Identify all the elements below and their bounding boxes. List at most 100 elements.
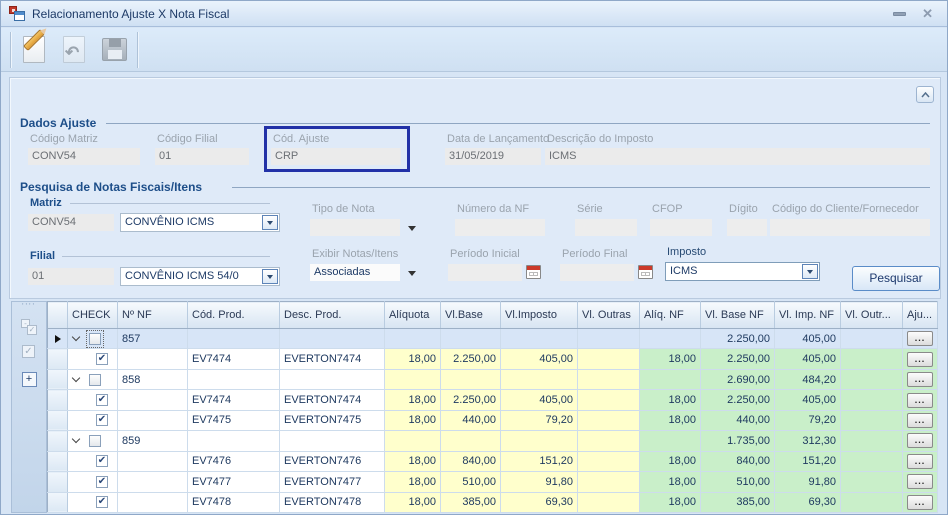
- grid-row-item-EV7477[interactable]: EV7477EVERTON747718,00510,0091,8018,0051…: [48, 472, 938, 492]
- column-header-1[interactable]: Nº NF: [118, 302, 188, 329]
- cell-cod-prod[interactable]: EV7478: [188, 492, 280, 513]
- grid-row-item-EV7478[interactable]: EV7478EVERTON747818,00385,0069,3018,0038…: [48, 492, 938, 513]
- cell-aliquota[interactable]: 18,00: [385, 472, 441, 492]
- matriz-combo[interactable]: CONVÊNIO ICMS: [120, 213, 280, 232]
- periodo-inicial-calendar-icon[interactable]: [526, 265, 541, 279]
- cell-vl-imp-nf[interactable]: 69,30: [775, 492, 841, 513]
- cell-vl-imp-nf[interactable]: 405,00: [775, 329, 841, 349]
- row-checkbox[interactable]: [96, 476, 108, 488]
- filial-code-field[interactable]: 01: [28, 268, 114, 285]
- cell-vl-outr[interactable]: [841, 329, 903, 349]
- cell-vl-outr[interactable]: [841, 349, 903, 369]
- uncheck-all-button[interactable]: - ✓: [21, 319, 37, 335]
- periodo-inicial-field[interactable]: [448, 264, 522, 281]
- undo-button[interactable]: ↶: [54, 31, 94, 69]
- column-header-4[interactable]: Alíquota: [385, 302, 441, 329]
- cell-vl-base[interactable]: 2.250,00: [441, 390, 501, 410]
- cell-vl-outras[interactable]: [578, 410, 640, 430]
- imposto-combo-dropdown-button[interactable]: [802, 264, 818, 279]
- cell-vl-imposto[interactable]: 91,80: [501, 472, 578, 492]
- cell-desc-prod[interactable]: EVERTON7474: [280, 349, 385, 369]
- cell-vl-imp-nf[interactable]: 312,30: [775, 431, 841, 451]
- cell-vl-base-nf[interactable]: 440,00: [701, 410, 775, 430]
- collapse-panel-button[interactable]: [916, 86, 934, 103]
- filial-combo[interactable]: CONVÊNIO ICMS 54/0: [120, 267, 280, 286]
- cell-vl-base[interactable]: 2.250,00: [441, 349, 501, 369]
- cell-nf[interactable]: 858: [118, 369, 188, 389]
- cell-vl-imposto[interactable]: 405,00: [501, 390, 578, 410]
- cell-desc-prod[interactable]: [280, 431, 385, 451]
- row-checkbox[interactable]: [89, 333, 101, 345]
- ajuste-ellipsis-button[interactable]: ...: [907, 331, 933, 346]
- cell-aliquota[interactable]: 18,00: [385, 492, 441, 513]
- column-header-7[interactable]: Vl. Outras: [578, 302, 640, 329]
- cell-vl-base[interactable]: [441, 369, 501, 389]
- grid-row-nf-858[interactable]: 8582.690,00484,20...: [48, 369, 938, 389]
- edit-button[interactable]: [14, 31, 54, 69]
- expand-chevron-icon[interactable]: [72, 435, 80, 443]
- cell-vl-outras[interactable]: [578, 390, 640, 410]
- cell-vl-outr[interactable]: [841, 390, 903, 410]
- cell-vl-outr[interactable]: [841, 492, 903, 513]
- row-header-cell[interactable]: [48, 451, 68, 471]
- cell-cod-prod[interactable]: EV7475: [188, 410, 280, 430]
- ajuste-ellipsis-button[interactable]: ...: [907, 433, 933, 448]
- serie-field[interactable]: [575, 219, 637, 236]
- periodo-final-field[interactable]: [560, 264, 634, 281]
- column-header-0[interactable]: CHECK: [68, 302, 118, 329]
- exibir-notas-dropdown-arrow-icon[interactable]: [408, 271, 416, 276]
- cell-vl-outras[interactable]: [578, 431, 640, 451]
- cod-ajuste-field[interactable]: CRP: [271, 148, 401, 165]
- cell-vl-imposto[interactable]: 69,30: [501, 492, 578, 513]
- numero-nf-field[interactable]: [455, 219, 545, 236]
- minimize-button[interactable]: [893, 12, 906, 16]
- row-header-cell[interactable]: [48, 329, 68, 349]
- cell-desc-prod[interactable]: EVERTON7477: [280, 472, 385, 492]
- data-lancamento-field[interactable]: 31/05/2019: [445, 148, 541, 165]
- row-header-cell[interactable]: [48, 492, 68, 513]
- cell-nf[interactable]: [118, 472, 188, 492]
- digito-field[interactable]: [727, 219, 767, 236]
- column-header-12[interactable]: Aju...: [903, 302, 938, 329]
- cell-vl-imp-nf[interactable]: 405,00: [775, 390, 841, 410]
- cell-vl-imposto[interactable]: 405,00: [501, 349, 578, 369]
- cell-vl-outr[interactable]: [841, 472, 903, 492]
- cell-nf[interactable]: [118, 390, 188, 410]
- cell-vl-outr[interactable]: [841, 431, 903, 451]
- row-header-cell[interactable]: [48, 349, 68, 369]
- cell-aliquota[interactable]: [385, 369, 441, 389]
- row-header-cell[interactable]: [48, 410, 68, 430]
- cell-vl-base[interactable]: [441, 431, 501, 451]
- cell-nf[interactable]: [118, 492, 188, 513]
- column-header-9[interactable]: Vl. Base NF: [701, 302, 775, 329]
- check-all-button[interactable]: ✓: [21, 344, 37, 360]
- cell-vl-imposto[interactable]: 79,20: [501, 410, 578, 430]
- cell-vl-outras[interactable]: [578, 492, 640, 513]
- ajuste-ellipsis-button[interactable]: ...: [907, 372, 933, 387]
- cell-desc-prod[interactable]: EVERTON7476: [280, 451, 385, 471]
- row-checkbox[interactable]: [96, 353, 108, 365]
- row-header-cell[interactable]: [48, 431, 68, 451]
- cell-vl-imp-nf[interactable]: 151,20: [775, 451, 841, 471]
- row-checkbox[interactable]: [89, 374, 101, 386]
- cell-desc-prod[interactable]: EVERTON7474: [280, 390, 385, 410]
- cell-vl-imposto[interactable]: 151,20: [501, 451, 578, 471]
- cell-vl-outras[interactable]: [578, 451, 640, 471]
- tipo-de-nota-combo[interactable]: [310, 219, 400, 236]
- cell-cod-prod[interactable]: EV7477: [188, 472, 280, 492]
- cell-aliquota[interactable]: [385, 431, 441, 451]
- grid-row-item-EV7474[interactable]: EV7474EVERTON747418,002.250,00405,0018,0…: [48, 390, 938, 410]
- cell-vl-outras[interactable]: [578, 472, 640, 492]
- cell-vl-base[interactable]: 510,00: [441, 472, 501, 492]
- close-button[interactable]: ✕: [922, 7, 933, 20]
- cell-aliquota[interactable]: 18,00: [385, 451, 441, 471]
- cell-aliq-nf[interactable]: [640, 369, 701, 389]
- grid-row-item-EV7475[interactable]: EV7475EVERTON747518,00440,0079,2018,0044…: [48, 410, 938, 430]
- cell-vl-imposto[interactable]: [501, 329, 578, 349]
- grid-row-nf-857[interactable]: 8572.250,00405,00...: [48, 329, 938, 349]
- cell-vl-outr[interactable]: [841, 451, 903, 471]
- cell-vl-base-nf[interactable]: 385,00: [701, 492, 775, 513]
- cell-nf[interactable]: 859: [118, 431, 188, 451]
- ajuste-ellipsis-button[interactable]: ...: [907, 454, 933, 469]
- cfop-field[interactable]: [650, 219, 712, 236]
